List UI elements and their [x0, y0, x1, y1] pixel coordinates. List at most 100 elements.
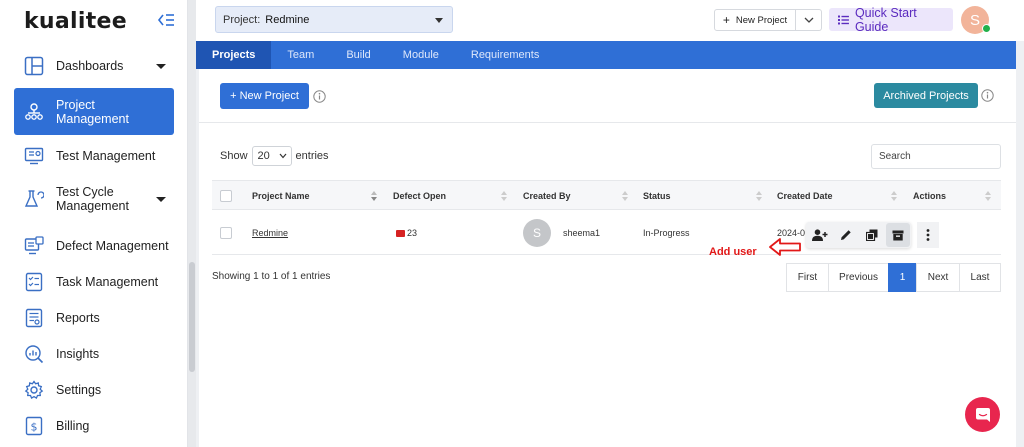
tab-team[interactable]: Team — [271, 41, 330, 69]
chevron-down-icon — [279, 153, 286, 159]
main-panel — [199, 69, 1016, 447]
sidebar-item-label: Task Management — [56, 275, 159, 289]
dashboard-icon — [24, 56, 44, 76]
search-input[interactable]: Search — [871, 144, 1001, 169]
sidebar-item-label: Dashboards — [56, 59, 124, 73]
top-header: Project: Redmine + New Project Quick Sta… — [196, 0, 1024, 41]
sidebar-item-billing[interactable]: $ Billing — [14, 414, 174, 438]
entries-length-control: Show 20 entries — [220, 146, 329, 166]
flask-cycle-icon — [24, 190, 44, 207]
sidebar-item-label: Reports — [56, 311, 100, 325]
kualitee-logo[interactable]: kualitee — [24, 9, 127, 34]
sidebar-item-task-management[interactable]: Task Management — [14, 270, 174, 294]
kebab-menu-icon — [926, 229, 930, 241]
archived-projects-button[interactable]: Archived Projects — [874, 83, 978, 108]
defect-open-cell: 23 — [396, 211, 417, 255]
row-checkbox[interactable] — [220, 227, 232, 239]
section-divider — [199, 122, 1016, 123]
sort-icon[interactable] — [985, 191, 991, 201]
project-name-link[interactable]: Redmine — [252, 228, 288, 238]
chevron-down-icon — [435, 18, 443, 23]
creator-name: sheema1 — [563, 228, 601, 238]
sidebar-scrollbar-thumb[interactable] — [189, 262, 195, 372]
status-cell: In-Progress — [643, 228, 690, 238]
pagination-last[interactable]: Last — [959, 263, 1001, 292]
column-header-actions: Actions — [913, 191, 947, 201]
sidebar-item-insights[interactable]: Insights — [14, 342, 174, 366]
column-header-project-name[interactable]: Project Name — [252, 181, 310, 211]
sort-icon[interactable] — [501, 191, 507, 201]
sidebar-item-dashboards[interactable]: Dashboards — [14, 54, 174, 78]
collapse-sidebar-icon[interactable] — [157, 12, 175, 28]
sort-icon[interactable] — [891, 191, 897, 201]
chevron-down-icon — [156, 196, 166, 202]
sort-icon[interactable] — [756, 191, 762, 201]
chevron-down-icon — [804, 17, 814, 23]
tab-build[interactable]: Build — [330, 41, 386, 69]
new-project-header-label: New Project — [735, 14, 788, 26]
svg-text:$: $ — [31, 421, 38, 434]
sidebar-item-label: Billing — [56, 419, 90, 433]
tab-requirements[interactable]: Requirements — [455, 41, 555, 69]
report-icon — [25, 308, 43, 328]
sidebar-item-reports[interactable]: Reports — [14, 306, 174, 330]
sidebar-item-test-management[interactable]: Test Management — [14, 144, 174, 168]
copy-icon — [866, 229, 878, 241]
new-project-header-button[interactable]: + New Project — [714, 9, 796, 31]
pencil-icon — [841, 230, 851, 240]
entries-per-page-select[interactable]: 20 — [251, 146, 292, 166]
project-selector-value: Redmine — [265, 13, 310, 26]
entries-label: entries — [295, 150, 329, 162]
tab-projects[interactable]: Projects — [196, 41, 272, 69]
column-header-defect-open[interactable]: Defect Open — [393, 181, 446, 211]
sidebar-item-defect-management[interactable]: Defect Management — [14, 234, 174, 258]
select-all-cell — [220, 181, 232, 211]
pagination-next[interactable]: Next — [916, 263, 960, 292]
copy-button[interactable] — [860, 223, 884, 247]
select-all-checkbox[interactable] — [220, 190, 232, 202]
app-root: kualitee Dashboards Project Management T… — [0, 0, 1024, 447]
project-selector[interactable]: Project: Redmine — [215, 6, 453, 33]
archive-button[interactable] — [886, 223, 910, 247]
tab-module[interactable]: Module — [387, 41, 455, 69]
show-label: Show — [220, 150, 248, 162]
pagination-previous[interactable]: Previous — [828, 263, 889, 292]
sort-icon[interactable] — [371, 191, 377, 201]
annotation-arrow-icon — [769, 238, 801, 256]
column-header-created-by[interactable]: Created By — [523, 181, 571, 211]
table-header: Project Name Defect Open Created By Stat… — [212, 180, 1001, 210]
add-user-button[interactable] — [808, 223, 832, 247]
quick-start-guide-button[interactable]: Quick Start Guide — [829, 5, 953, 34]
column-header-status[interactable]: Status — [643, 181, 671, 211]
sidebar-item-settings[interactable]: Settings — [14, 378, 174, 402]
chevron-down-icon — [156, 63, 166, 69]
gear-icon — [24, 380, 44, 400]
edit-button[interactable] — [834, 223, 858, 247]
pagination-first[interactable]: First — [786, 263, 829, 292]
billing-icon: $ — [25, 416, 43, 436]
quick-start-label: Quick Start Guide — [854, 5, 917, 34]
add-user-icon — [812, 229, 828, 241]
sidebar-scrollbar-track[interactable] — [188, 0, 196, 447]
creator-avatar: S — [523, 219, 551, 247]
chat-bubble-icon — [975, 407, 990, 422]
archive-icon — [892, 230, 904, 240]
info-icon[interactable] — [313, 90, 326, 103]
info-icon[interactable] — [981, 89, 994, 102]
more-actions-button[interactable] — [917, 222, 939, 248]
sidebar-item-test-cycle-management[interactable]: Test Cycle Management — [14, 183, 174, 215]
insights-icon — [25, 345, 44, 364]
add-user-annotation: Add user — [709, 246, 757, 258]
sidebar-item-label: Settings — [56, 383, 102, 397]
sidebar-item-project-management[interactable]: Project Management — [14, 88, 174, 135]
pagination-page-1[interactable]: 1 — [888, 263, 917, 292]
new-project-button[interactable]: + New Project — [220, 83, 309, 109]
sort-icon[interactable] — [622, 191, 628, 201]
sidebar-item-label: Test Cycle Management — [56, 185, 129, 213]
new-project-dropdown-toggle[interactable] — [796, 9, 822, 31]
project-name-cell: Redmine — [252, 211, 288, 255]
chat-launcher-button[interactable] — [965, 397, 1000, 432]
column-header-created-date[interactable]: Created Date — [777, 181, 833, 211]
entries-per-page-value: 20 — [257, 150, 270, 162]
defect-open-count[interactable]: 23 — [407, 228, 417, 238]
